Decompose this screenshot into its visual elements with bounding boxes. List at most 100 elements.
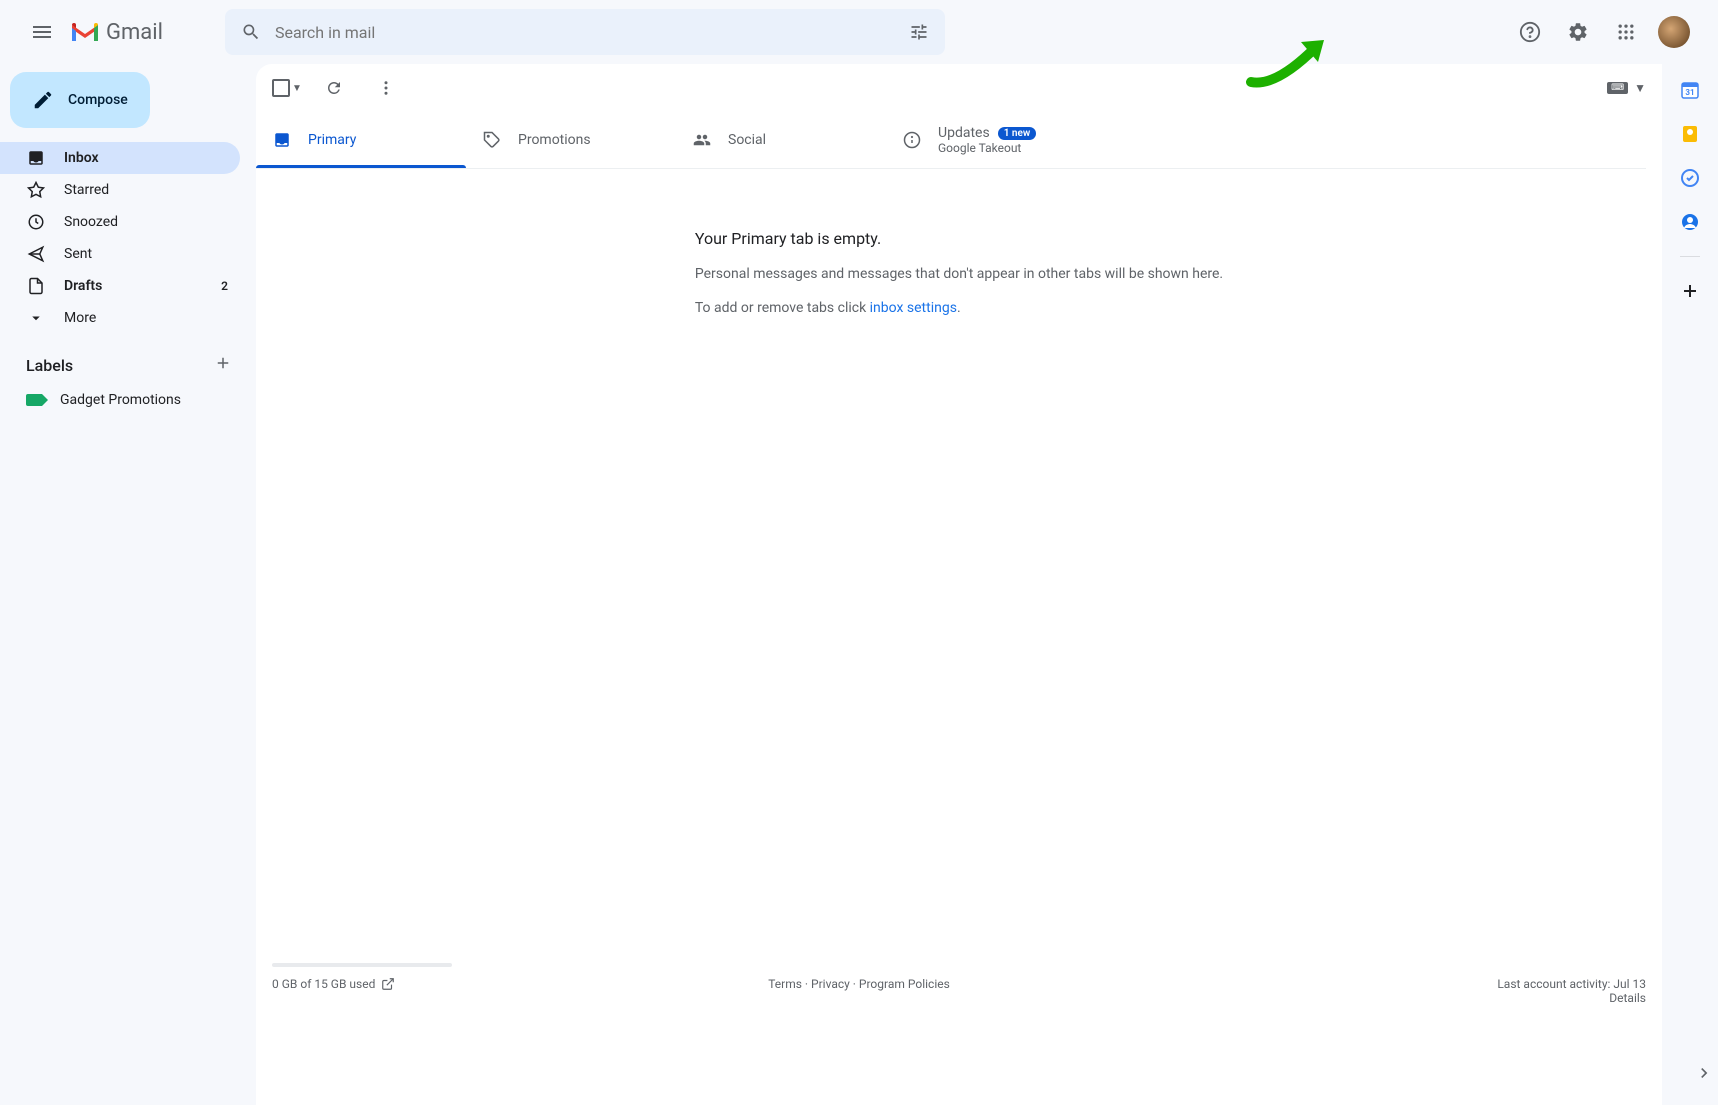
contacts-addon[interactable] bbox=[1680, 212, 1700, 232]
get-addons-button[interactable] bbox=[1680, 281, 1700, 301]
toolbar: ▼ ⌨ ▼ bbox=[256, 64, 1662, 112]
apps-button[interactable] bbox=[1606, 12, 1646, 52]
privacy-link[interactable]: Privacy bbox=[811, 977, 850, 991]
policies-link[interactable]: Program Policies bbox=[859, 977, 950, 991]
more-button[interactable] bbox=[366, 68, 406, 108]
sidebar-item-more[interactable]: More bbox=[0, 302, 240, 334]
gmail-icon bbox=[70, 21, 100, 43]
file-icon bbox=[27, 277, 45, 295]
chevron-right-icon bbox=[1694, 1063, 1714, 1083]
compose-button[interactable]: Compose bbox=[10, 72, 150, 128]
contacts-icon bbox=[1680, 212, 1700, 232]
info-icon bbox=[903, 131, 921, 149]
chevron-down-icon bbox=[27, 309, 45, 327]
open-in-new-icon[interactable] bbox=[381, 977, 395, 991]
star-icon bbox=[27, 181, 45, 199]
gmail-logo[interactable]: Gmail bbox=[70, 20, 163, 45]
pencil-icon bbox=[32, 89, 54, 111]
tab-promotions[interactable]: Promotions bbox=[466, 112, 676, 168]
select-all-checkbox[interactable]: ▼ bbox=[272, 79, 302, 97]
keep-addon[interactable] bbox=[1680, 124, 1700, 144]
keyboard-icon: ⌨ bbox=[1607, 82, 1628, 94]
empty-title: Your Primary tab is empty. bbox=[695, 229, 1223, 248]
settings-button[interactable] bbox=[1558, 12, 1598, 52]
last-activity: Last account activity: Jul 13 bbox=[1497, 977, 1646, 991]
clock-icon bbox=[27, 213, 45, 231]
label-item[interactable]: Gadget Promotions bbox=[0, 384, 256, 416]
support-button[interactable] bbox=[1510, 12, 1550, 52]
tab-subtitle: Google Takeout bbox=[938, 141, 1036, 155]
footer: 0 GB of 15 GB used Terms · Privacy · Pro… bbox=[256, 953, 1662, 1105]
people-icon bbox=[693, 131, 711, 149]
main-menu-button[interactable] bbox=[18, 8, 66, 56]
sidebar: Compose Inbox Starred Snoozed Sent Draft… bbox=[0, 64, 256, 1105]
tab-label: Social bbox=[728, 132, 766, 148]
sidebar-item-label: More bbox=[64, 310, 96, 326]
sidebar-item-drafts[interactable]: Drafts 2 bbox=[0, 270, 240, 302]
sidebar-item-label: Drafts bbox=[64, 278, 102, 294]
help-icon bbox=[1519, 21, 1541, 43]
send-icon bbox=[27, 245, 45, 263]
sidebar-item-starred[interactable]: Starred bbox=[0, 174, 240, 206]
category-tabs: Primary Promotions Social Updates 1 new … bbox=[256, 112, 1646, 169]
empty-subtitle: Personal messages and messages that don'… bbox=[695, 266, 1223, 282]
header-actions bbox=[1510, 12, 1690, 52]
tab-label: Updates bbox=[938, 125, 990, 141]
chevron-down-icon: ▼ bbox=[292, 83, 302, 94]
hamburger-icon bbox=[30, 20, 54, 44]
plus-icon bbox=[214, 354, 232, 372]
calendar-addon[interactable]: 31 bbox=[1680, 80, 1700, 100]
tab-social[interactable]: Social bbox=[676, 112, 886, 168]
apps-icon bbox=[1616, 22, 1636, 42]
storage-text: 0 GB of 15 GB used bbox=[272, 977, 375, 991]
search-icon bbox=[241, 22, 261, 42]
drafts-count: 2 bbox=[221, 279, 228, 293]
side-panel: 31 bbox=[1662, 64, 1718, 1105]
activity-info: Last account activity: Jul 13 Details bbox=[1497, 977, 1646, 1005]
plus-icon bbox=[1680, 281, 1700, 301]
sidebar-item-label: Inbox bbox=[64, 150, 99, 166]
tab-updates[interactable]: Updates 1 new Google Takeout bbox=[886, 112, 1096, 168]
add-label-button[interactable] bbox=[214, 354, 232, 376]
tab-label: Promotions bbox=[518, 132, 591, 148]
sidebar-item-snoozed[interactable]: Snoozed bbox=[0, 206, 240, 238]
sidebar-item-inbox[interactable]: Inbox bbox=[0, 142, 240, 174]
more-vert-icon bbox=[377, 79, 395, 97]
terms-link[interactable]: Terms bbox=[768, 977, 802, 991]
tune-icon bbox=[909, 22, 929, 42]
chevron-down-icon: ▼ bbox=[1634, 81, 1646, 95]
search-input[interactable] bbox=[271, 23, 899, 42]
search-button[interactable] bbox=[231, 12, 271, 52]
storage-usage: 0 GB of 15 GB used bbox=[272, 977, 395, 991]
calendar-icon: 31 bbox=[1680, 80, 1700, 100]
storage-bar bbox=[272, 963, 452, 967]
empty-action-text: To add or remove tabs click bbox=[695, 300, 870, 316]
keep-icon bbox=[1680, 124, 1700, 144]
checkbox-icon bbox=[272, 79, 290, 97]
empty-state: Your Primary tab is empty. Personal mess… bbox=[695, 169, 1223, 316]
refresh-button[interactable] bbox=[314, 68, 354, 108]
details-link[interactable]: Details bbox=[1497, 991, 1646, 1005]
search-options-button[interactable] bbox=[899, 12, 939, 52]
divider bbox=[1680, 256, 1700, 257]
inbox-settings-link[interactable]: inbox settings bbox=[870, 300, 957, 316]
main-content: ▼ ⌨ ▼ Primary Promotions bbox=[256, 64, 1662, 1105]
show-side-panel-button[interactable] bbox=[1694, 1063, 1714, 1087]
sidebar-item-sent[interactable]: Sent bbox=[0, 238, 240, 270]
tab-primary[interactable]: Primary bbox=[256, 112, 466, 168]
empty-action: To add or remove tabs click inbox settin… bbox=[695, 300, 1223, 316]
sidebar-item-label: Snoozed bbox=[64, 214, 118, 230]
sidebar-item-label: Starred bbox=[64, 182, 109, 198]
search-bar[interactable] bbox=[225, 9, 945, 55]
sidebar-item-label: Sent bbox=[64, 246, 92, 262]
account-avatar[interactable] bbox=[1658, 16, 1690, 48]
tasks-addon[interactable] bbox=[1680, 168, 1700, 188]
gear-icon bbox=[1567, 21, 1589, 43]
tasks-icon bbox=[1680, 168, 1700, 188]
input-tools[interactable]: ⌨ ▼ bbox=[1607, 81, 1646, 95]
svg-text:31: 31 bbox=[1685, 88, 1694, 97]
label-icon bbox=[26, 394, 42, 406]
label-name: Gadget Promotions bbox=[60, 392, 181, 408]
inbox-icon bbox=[273, 131, 291, 149]
tab-label: Primary bbox=[308, 132, 356, 148]
